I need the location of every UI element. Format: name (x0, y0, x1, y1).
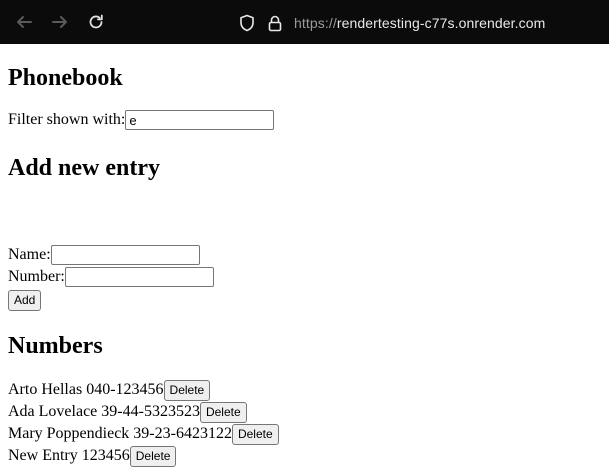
filter-label: Filter shown with: (8, 111, 126, 128)
name-input[interactable] (50, 245, 200, 265)
lock-icon[interactable] (266, 14, 284, 32)
numbers-list: Arto Hellas 040-123456 Delete Ada Lovela… (8, 379, 279, 467)
number-input[interactable] (64, 267, 214, 287)
forward-arrow-icon (52, 16, 67, 28)
list-item: Arto Hellas 040-123456 Delete (8, 379, 279, 401)
browser-toolbar: https://rendertesting-c77s.onrender.com (0, 0, 609, 44)
add-entry-heading: Add new entry (8, 155, 161, 181)
delete-button[interactable]: Delete (199, 401, 247, 423)
entry-text: New Entry 123456 (8, 447, 130, 464)
url-text: https://rendertesting-c77s.onrender.com (294, 15, 545, 31)
page-title: Phonebook (8, 65, 123, 91)
entry-text: Mary Poppendieck 39-23-6423122 (8, 425, 232, 442)
url-host: rendertesting-c77s.onrender.com (336, 15, 546, 31)
list-item: Ada Lovelace 39-44-5323523 Delete (8, 401, 279, 423)
name-label: Name: (8, 246, 51, 263)
back-button[interactable] (14, 12, 34, 32)
back-arrow-icon (17, 16, 32, 28)
shield-icon[interactable] (238, 14, 256, 32)
forward-button[interactable] (50, 12, 70, 32)
add-button[interactable]: Add (8, 290, 42, 311)
delete-button[interactable]: Delete (163, 379, 211, 401)
url-prefix: https:// (294, 15, 337, 31)
list-item: Mary Poppendieck 39-23-6423122 Delete (8, 423, 279, 445)
delete-button[interactable]: Delete (129, 445, 177, 467)
entry-text: Ada Lovelace 39-44-5323523 (8, 403, 200, 420)
number-label: Number: (8, 268, 65, 285)
add-row: Add (8, 290, 42, 311)
filter-input[interactable] (125, 110, 275, 130)
list-item: New Entry 123456 Delete (8, 445, 279, 467)
reload-icon (89, 14, 103, 29)
entry-text: Arto Hellas 040-123456 (8, 381, 164, 398)
filter-row: Filter shown with: (8, 110, 275, 130)
address-bar[interactable]: https://rendertesting-c77s.onrender.com (238, 11, 545, 35)
numbers-heading: Numbers (8, 333, 103, 359)
number-row: Number: (8, 267, 214, 287)
name-row: Name: (8, 245, 200, 265)
reload-button[interactable] (86, 12, 106, 32)
delete-button[interactable]: Delete (231, 423, 279, 445)
